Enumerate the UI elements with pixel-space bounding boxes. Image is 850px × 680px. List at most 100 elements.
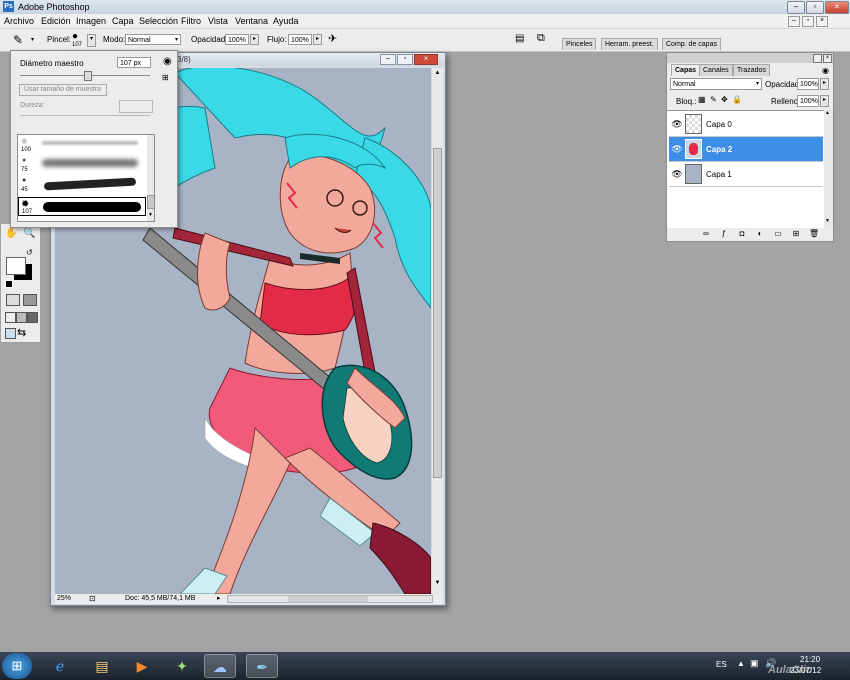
menu-filtro[interactable]: Filtro — [181, 16, 201, 26]
menu-seleccion[interactable]: Selección — [139, 16, 178, 26]
lock-pixels-icon[interactable]: ✎ — [710, 95, 717, 104]
control-panel-icon[interactable]: ✦ — [166, 654, 198, 678]
brush-list-scroll-thumb[interactable] — [147, 195, 154, 209]
file-browser-icon[interactable]: ▤ — [515, 33, 524, 44]
tab-capas[interactable]: Capas — [671, 64, 701, 76]
document-minimize-button[interactable]: – — [380, 54, 396, 65]
clock-time[interactable]: 21:20 — [800, 655, 820, 664]
status-menu-icon[interactable]: ⊡ — [89, 594, 96, 603]
brush-menu-arrow-icon[interactable]: ◉ — [163, 56, 172, 67]
lock-all-icon[interactable]: 🔒 — [732, 95, 742, 104]
use-sample-size-button[interactable]: Usar tamaño de muestra — [19, 84, 107, 96]
new-layer-icon[interactable]: ⊞ — [791, 229, 801, 239]
palette-minimize-button[interactable] — [813, 54, 822, 63]
menu-ventana[interactable]: Ventana — [235, 16, 268, 26]
menu-ayuda[interactable]: Ayuda — [273, 16, 298, 26]
opacity-slider-button[interactable]: ▸ — [250, 34, 259, 45]
file-explorer-icon[interactable]: ▤ — [86, 654, 118, 678]
eye-icon[interactable]: 👁 — [671, 143, 683, 155]
brush-list-scrollbar[interactable]: ▼ — [147, 135, 154, 221]
brush-preset-1[interactable]: ✺ 100 — [18, 135, 146, 154]
scroll-down-icon[interactable]: ▼ — [433, 580, 442, 590]
airbrush-icon[interactable]: ✈ — [328, 32, 337, 45]
photoshop-taskbar-button[interactable]: ☁ — [204, 654, 236, 678]
layer-list-scrollbar[interactable]: ▲ ▼ — [824, 110, 833, 227]
opacity-input[interactable]: 100% — [225, 34, 249, 45]
status-arrow-icon[interactable]: ▸ — [217, 594, 221, 602]
zoom-level[interactable]: 25% — [57, 595, 71, 602]
menu-vista[interactable]: Vista — [208, 16, 228, 26]
screen-mode-menu-icon[interactable] — [16, 312, 27, 323]
close-button[interactable]: × — [825, 1, 849, 14]
horizontal-scrollbar[interactable] — [227, 595, 433, 603]
brush-list[interactable]: ✺ 100 ● 75 ● 45 ✹ 107 ▼ — [17, 134, 155, 222]
foreground-color-swatch[interactable] — [6, 257, 26, 275]
layer-row-selected[interactable]: 👁 Capa 2 — [669, 137, 823, 162]
swap-colors-icon[interactable]: ↺ — [26, 248, 33, 257]
lock-position-icon[interactable]: ✥ — [721, 95, 728, 104]
mode-select[interactable]: Normal ▾ — [125, 34, 181, 45]
link-layers-icon[interactable]: ∞ — [701, 229, 711, 239]
blend-mode-select[interactable]: Normal ▾ — [670, 78, 762, 90]
diameter-input[interactable]: 107 px — [117, 57, 151, 68]
horizontal-scroll-thumb[interactable] — [288, 596, 368, 602]
network-icon[interactable]: ▣ — [750, 658, 759, 669]
brush-preset-3[interactable]: ● 45 — [18, 175, 146, 194]
layer-style-icon[interactable]: ƒ — [719, 229, 729, 239]
fill-input[interactable]: 100% — [797, 95, 819, 107]
eye-icon[interactable]: 👁 — [671, 168, 683, 180]
scroll-down-icon[interactable]: ▼ — [825, 218, 830, 224]
brush-picker-button[interactable]: ▾ — [87, 34, 96, 47]
zoom-tool-icon[interactable]: 🔍 — [23, 228, 35, 240]
brush-tool-icon[interactable]: ✎ — [13, 33, 23, 47]
layer-row[interactable]: 👁 Capa 1 — [669, 162, 823, 187]
layer-row[interactable]: 👁 Capa 0 — [669, 112, 823, 137]
tab-canales[interactable]: Canales — [699, 64, 733, 76]
vertical-scrollbar[interactable]: ▲ ▼ — [432, 68, 443, 594]
screen-mode-standard-icon[interactable] — [5, 312, 16, 323]
scroll-up-icon[interactable]: ▲ — [433, 70, 442, 80]
screen-mode-full-icon[interactable] — [27, 312, 38, 323]
internet-explorer-icon[interactable]: ℯ — [44, 654, 76, 678]
minimize-button[interactable]: – — [787, 1, 805, 14]
menu-imagen[interactable]: Imagen — [76, 16, 106, 26]
language-indicator[interactable]: ES — [716, 660, 727, 669]
menu-capa[interactable]: Capa — [112, 16, 134, 26]
scroll-up-icon[interactable]: ▲ — [825, 110, 830, 116]
layer-mask-icon[interactable]: ◘ — [737, 229, 747, 239]
brush-preset-selected[interactable]: ✹ 107 — [18, 197, 146, 216]
start-button[interactable]: ⊞ — [2, 653, 32, 679]
layer-opacity-input[interactable]: 100% — [797, 78, 819, 90]
standard-mode-icon[interactable] — [6, 294, 20, 306]
adjustment-layer-icon[interactable]: ◐ — [755, 229, 765, 239]
doc-close-button[interactable]: × — [816, 16, 828, 27]
show-hidden-icons-icon[interactable]: ▲ — [737, 659, 745, 668]
lock-transparency-icon[interactable]: ▦ — [698, 95, 706, 104]
brush-preset-2[interactable]: ● 75 — [18, 155, 146, 174]
document-maximize-button[interactable]: ▫ — [397, 54, 413, 65]
restore-button[interactable]: ▫ — [806, 1, 824, 14]
fill-slider-button[interactable]: ▸ — [820, 95, 829, 107]
doc-restore-button[interactable]: ▫ — [802, 16, 814, 27]
well-tab-composiciones[interactable]: Comp. de capas — [662, 38, 721, 50]
brush-preview-icon[interactable]: ● — [72, 31, 78, 42]
flow-input[interactable]: 100% — [288, 34, 312, 45]
doc-minimize-button[interactable]: – — [788, 16, 800, 27]
quick-mask-icon[interactable] — [23, 294, 37, 306]
jump-to-imageready-icon[interactable]: ⇆ — [17, 326, 26, 339]
paint-taskbar-button[interactable]: ✒ — [246, 654, 278, 678]
default-colors-icon[interactable] — [5, 280, 13, 288]
new-preset-icon[interactable]: ⊞ — [162, 73, 169, 82]
menu-edicion[interactable]: Edición — [41, 16, 71, 26]
document-close-button[interactable]: × — [414, 54, 438, 65]
eye-icon[interactable]: 👁 — [671, 118, 683, 130]
imageready-icon[interactable] — [5, 328, 16, 339]
layer-opacity-slider-button[interactable]: ▸ — [820, 78, 829, 90]
scroll-down-icon-2[interactable]: ▼ — [148, 212, 153, 218]
palette-close-button[interactable]: × — [823, 54, 832, 63]
palette-well-icon[interactable]: ⧉ — [537, 32, 545, 45]
scroll-thumb[interactable] — [433, 148, 442, 478]
tab-trazados[interactable]: Trazados — [733, 64, 770, 76]
media-player-icon[interactable]: ▶ — [126, 654, 158, 678]
menu-archivo[interactable]: Archivo — [4, 16, 34, 26]
